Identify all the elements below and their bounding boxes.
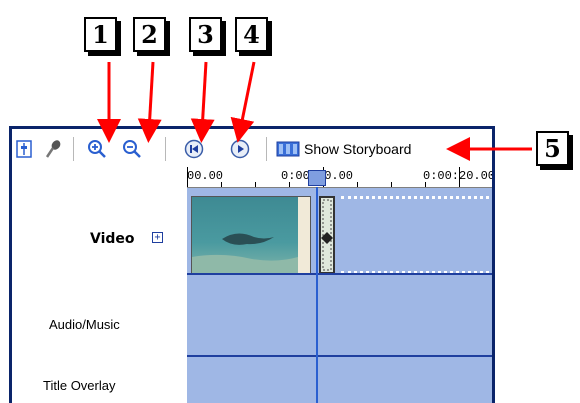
arrow-4 xyxy=(230,61,256,143)
annotation-arrows xyxy=(97,61,532,161)
arrow-2 xyxy=(137,61,162,143)
arrow-3 xyxy=(190,61,215,143)
